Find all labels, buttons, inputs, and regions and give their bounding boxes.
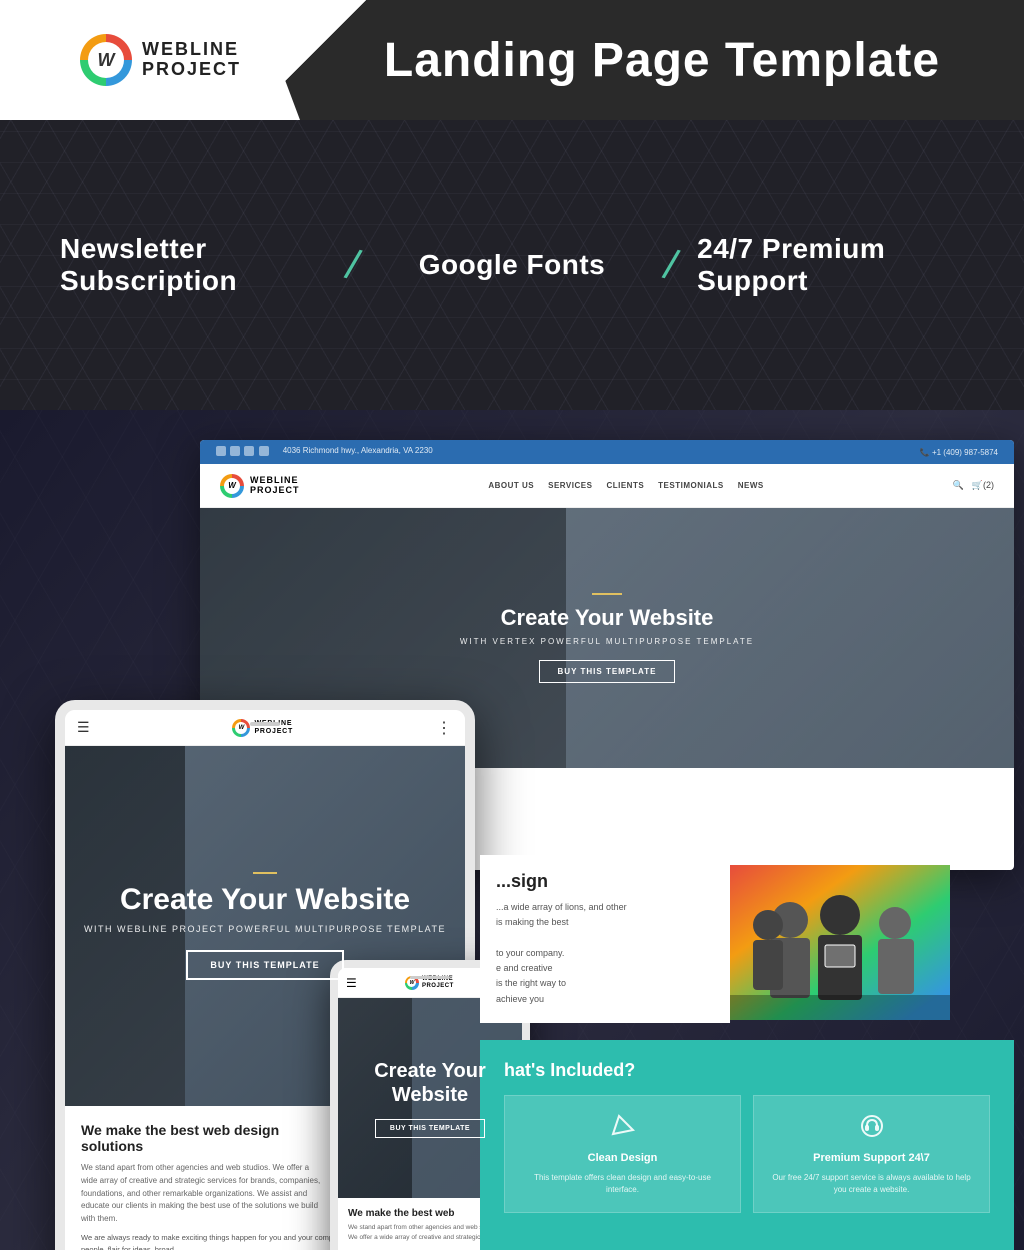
pinterest-icon: [259, 446, 269, 456]
desktop-logo-letter: W: [224, 478, 240, 494]
desktop-hero-button[interactable]: BUY THIS TEMPLATE: [539, 660, 676, 683]
whats-included-grid: Clean Design This template offers clean …: [480, 1095, 1014, 1233]
whats-included-header: hat's Included?: [480, 1040, 1014, 1095]
tablet-logo-text: WEBLINE PROJECT: [254, 720, 293, 735]
phone-logo-text: WEBLINE PROJECT: [422, 976, 454, 989]
logo-icon: W: [80, 34, 132, 86]
design-title: ...sign: [496, 871, 714, 892]
team-image-inner: [730, 865, 950, 1020]
design-panel: ...sign ...a wide array of lions, and ot…: [480, 855, 730, 1023]
feature-newsletter-text: Newsletter Subscription: [60, 233, 327, 297]
tablet-hero-dash: [253, 872, 277, 874]
social-icons: [216, 446, 271, 458]
wi-card-2: Premium Support 24\7 Our free 24/7 suppo…: [753, 1095, 990, 1213]
address-text: 4036 Richmond hwy., Alexandria, VA 2230: [283, 446, 433, 458]
desktop-nav-logo: W WEBLINE PROJECT: [220, 474, 300, 498]
logo-area: W WEBLINE PROJECT: [0, 0, 300, 120]
tablet-logo: W WEBLINE PROJECT: [232, 719, 293, 737]
divider-1: /: [341, 240, 365, 289]
desktop-nav-icons: 🔍 🛒(2): [953, 480, 994, 491]
logo-line1: WEBLINE: [142, 40, 241, 60]
nav-about[interactable]: ABOUT US: [488, 481, 534, 490]
hero-section: Newsletter Subscription / Google Fonts /…: [0, 120, 1024, 410]
feature-fonts-text: Google Fonts: [419, 249, 605, 281]
tablet-hero-title: Create Your Website: [84, 882, 446, 918]
team-image-svg: [730, 865, 950, 1020]
tablet-logo-icon: W: [232, 719, 250, 737]
desktop-hero-title: Create Your Website: [460, 605, 754, 631]
whats-included-section: hat's Included? Clean Design This templa…: [480, 1040, 1014, 1250]
tablet-menu-icon[interactable]: ☰: [77, 719, 90, 736]
tablet-logo-letter: W: [235, 722, 247, 734]
desktop-hero-subtitle: WITH VERTEX POWERFUL MULTIPURPOSE TEMPLA…: [460, 637, 754, 646]
header-title-area: Landing Page Template: [300, 33, 1024, 88]
tablet-hero-sub: WITH WEBLINE PROJECT POWERFUL MULTIPURPO…: [84, 924, 446, 934]
header: W WEBLINE PROJECT Landing Page Template: [0, 0, 1024, 120]
twitter-icon: [230, 446, 240, 456]
facebook-icon: [216, 446, 226, 456]
nav-clients[interactable]: CLIENTS: [606, 481, 644, 490]
phone-hero-button[interactable]: BUY THIS TEMPLATE: [375, 1119, 485, 1138]
tablet-more-icon[interactable]: ⋮: [436, 718, 453, 738]
search-icon[interactable]: 🔍: [953, 480, 964, 491]
divider-2: /: [659, 240, 683, 289]
team-image: [730, 865, 950, 1020]
features-bar: Newsletter Subscription / Google Fonts /…: [0, 233, 1024, 297]
google-icon: [244, 446, 254, 456]
feature-fonts: Google Fonts: [379, 249, 646, 281]
wi-card-1-text: This template offers clean design and ea…: [521, 1172, 724, 1196]
desktop-topbar: 4036 Richmond hwy., Alexandria, VA 2230 …: [200, 440, 1014, 464]
phone-hero-title: Create Your Website: [338, 1059, 522, 1107]
nav-news[interactable]: NEWS: [738, 481, 764, 490]
desktop-logo-text: WEBLINE PROJECT: [250, 476, 300, 496]
screenshots-section: 4036 Richmond hwy., Alexandria, VA 2230 …: [0, 410, 1024, 1250]
tablet-topbar: ☰ W WEBLINE PROJECT ⋮: [65, 710, 465, 746]
hero-dash: [592, 593, 622, 595]
desktop-hero-text: Create Your Website WITH VERTEX POWERFUL…: [460, 593, 754, 683]
tablet-hero-text: Create Your Website WITH WEBLINE PROJECT…: [84, 872, 446, 980]
phone-hero-text: Create Your Website BUY THIS TEMPLATE: [338, 1059, 522, 1138]
tablet-hero-button[interactable]: BUY THIS TEMPLATE: [186, 950, 343, 980]
premium-support-icon: [856, 1112, 888, 1144]
desktop-navbar: W WEBLINE PROJECT ABOUT US SERVICES CLIE…: [200, 464, 1014, 508]
feature-newsletter: Newsletter Subscription: [60, 233, 327, 297]
desktop-topbar-left: 4036 Richmond hwy., Alexandria, VA 2230: [216, 446, 433, 458]
logo-line2: PROJECT: [142, 60, 241, 80]
nav-testimonials[interactable]: TESTIMONIALS: [658, 481, 724, 490]
cart-icon[interactable]: 🛒(2): [972, 480, 994, 491]
page-title: Landing Page Template: [384, 33, 940, 88]
wi-card-1-title: Clean Design: [588, 1152, 658, 1164]
design-text: ...a wide array of lions, and other is m…: [496, 900, 714, 1007]
feature-support-text: 24/7 Premium Support: [697, 233, 964, 297]
clean-design-icon: [607, 1112, 639, 1144]
wi-card-1: Clean Design This template offers clean …: [504, 1095, 741, 1213]
feature-support: 24/7 Premium Support: [697, 233, 964, 297]
desktop-nav-items: ABOUT US SERVICES CLIENTS TESTIMONIALS N…: [488, 481, 763, 490]
desktop-logo-icon: W: [220, 474, 244, 498]
phone-logo: W WEBLINE PROJECT: [405, 976, 454, 990]
wi-card-2-title: Premium Support 24\7: [813, 1152, 930, 1164]
nav-services[interactable]: SERVICES: [548, 481, 592, 490]
logo-text: WEBLINE PROJECT: [142, 40, 241, 80]
logo-letter: W: [88, 42, 124, 78]
wi-card-2-text: Our free 24/7 support service is always …: [770, 1172, 973, 1196]
desktop-topbar-right: 📞 +1 (409) 987-5874: [920, 448, 998, 457]
